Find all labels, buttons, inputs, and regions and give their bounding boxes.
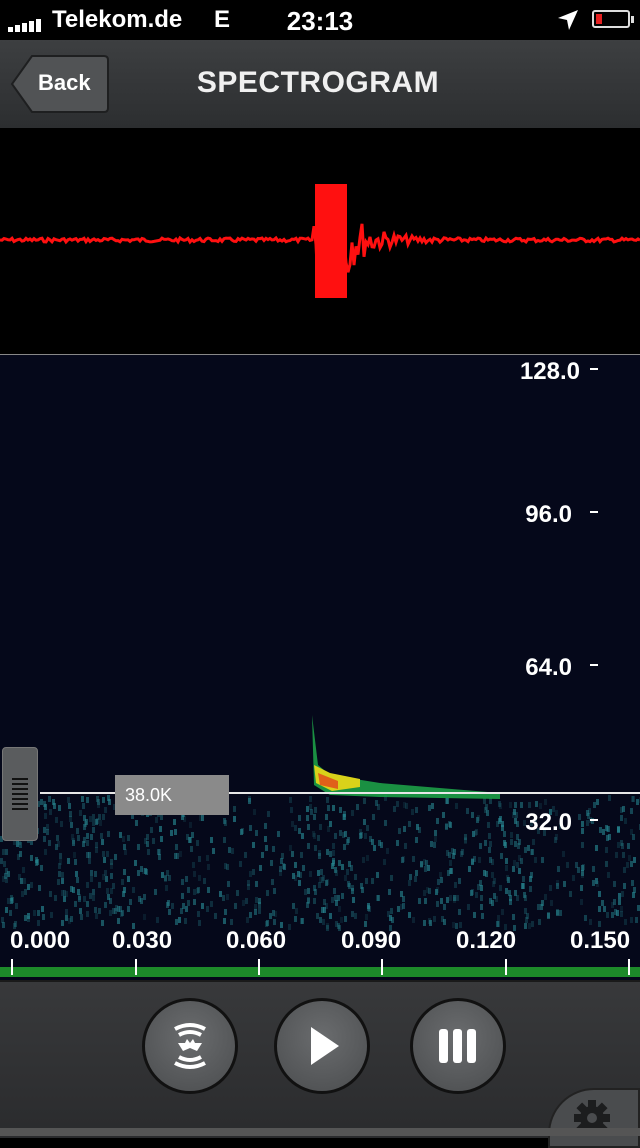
x-axis-label-0: 0.000 bbox=[10, 927, 71, 954]
frequency-marker-label: 38.0K bbox=[115, 775, 229, 815]
page-title: SPECTROGRAM bbox=[196, 66, 440, 99]
playback-toolbar bbox=[0, 980, 640, 1148]
waveform-burst bbox=[315, 184, 347, 298]
bat-detect-icon bbox=[174, 1023, 206, 1069]
frequency-slider-handle[interactable] bbox=[2, 747, 38, 841]
y-axis-label-32: 32.0 bbox=[525, 809, 572, 836]
bottom-edge bbox=[0, 1128, 640, 1136]
bat-call-signal bbox=[312, 715, 500, 799]
spectrogram-view[interactable]: 128.0 96.0 64.0 32.0 0.000 0.030 0.060 0… bbox=[0, 355, 640, 980]
settings-button[interactable] bbox=[548, 1088, 640, 1148]
battery-icon bbox=[592, 10, 634, 28]
gear-icon bbox=[574, 1100, 610, 1136]
timeline-bar[interactable] bbox=[0, 967, 640, 977]
y-axis-label-128: 128.0 bbox=[519, 358, 580, 385]
waveform-plot bbox=[0, 184, 640, 298]
clock: 23:13 bbox=[286, 6, 354, 36]
play-icon bbox=[311, 1027, 339, 1065]
waveform-view bbox=[0, 128, 640, 355]
location-arrow-icon bbox=[558, 10, 578, 30]
navigation-bar: Back SPECTROGRAM bbox=[0, 40, 640, 129]
x-axis-label-2: 0.060 bbox=[226, 927, 287, 954]
pause-icon bbox=[439, 1029, 476, 1063]
y-axis-label-64: 64.0 bbox=[525, 654, 572, 681]
x-axis-label-3: 0.090 bbox=[341, 927, 402, 954]
x-axis-label-1: 0.030 bbox=[112, 927, 173, 954]
y-axis-label-96: 96.0 bbox=[525, 501, 572, 528]
status-bar: Telekom.de E 23:13 bbox=[0, 0, 640, 40]
x-axis-label-5: 0.150 bbox=[570, 927, 631, 954]
play-button[interactable] bbox=[274, 998, 370, 1094]
x-axis-label-4: 0.120 bbox=[456, 927, 517, 954]
bat-detect-button[interactable] bbox=[142, 998, 238, 1094]
pause-button[interactable] bbox=[410, 998, 506, 1094]
